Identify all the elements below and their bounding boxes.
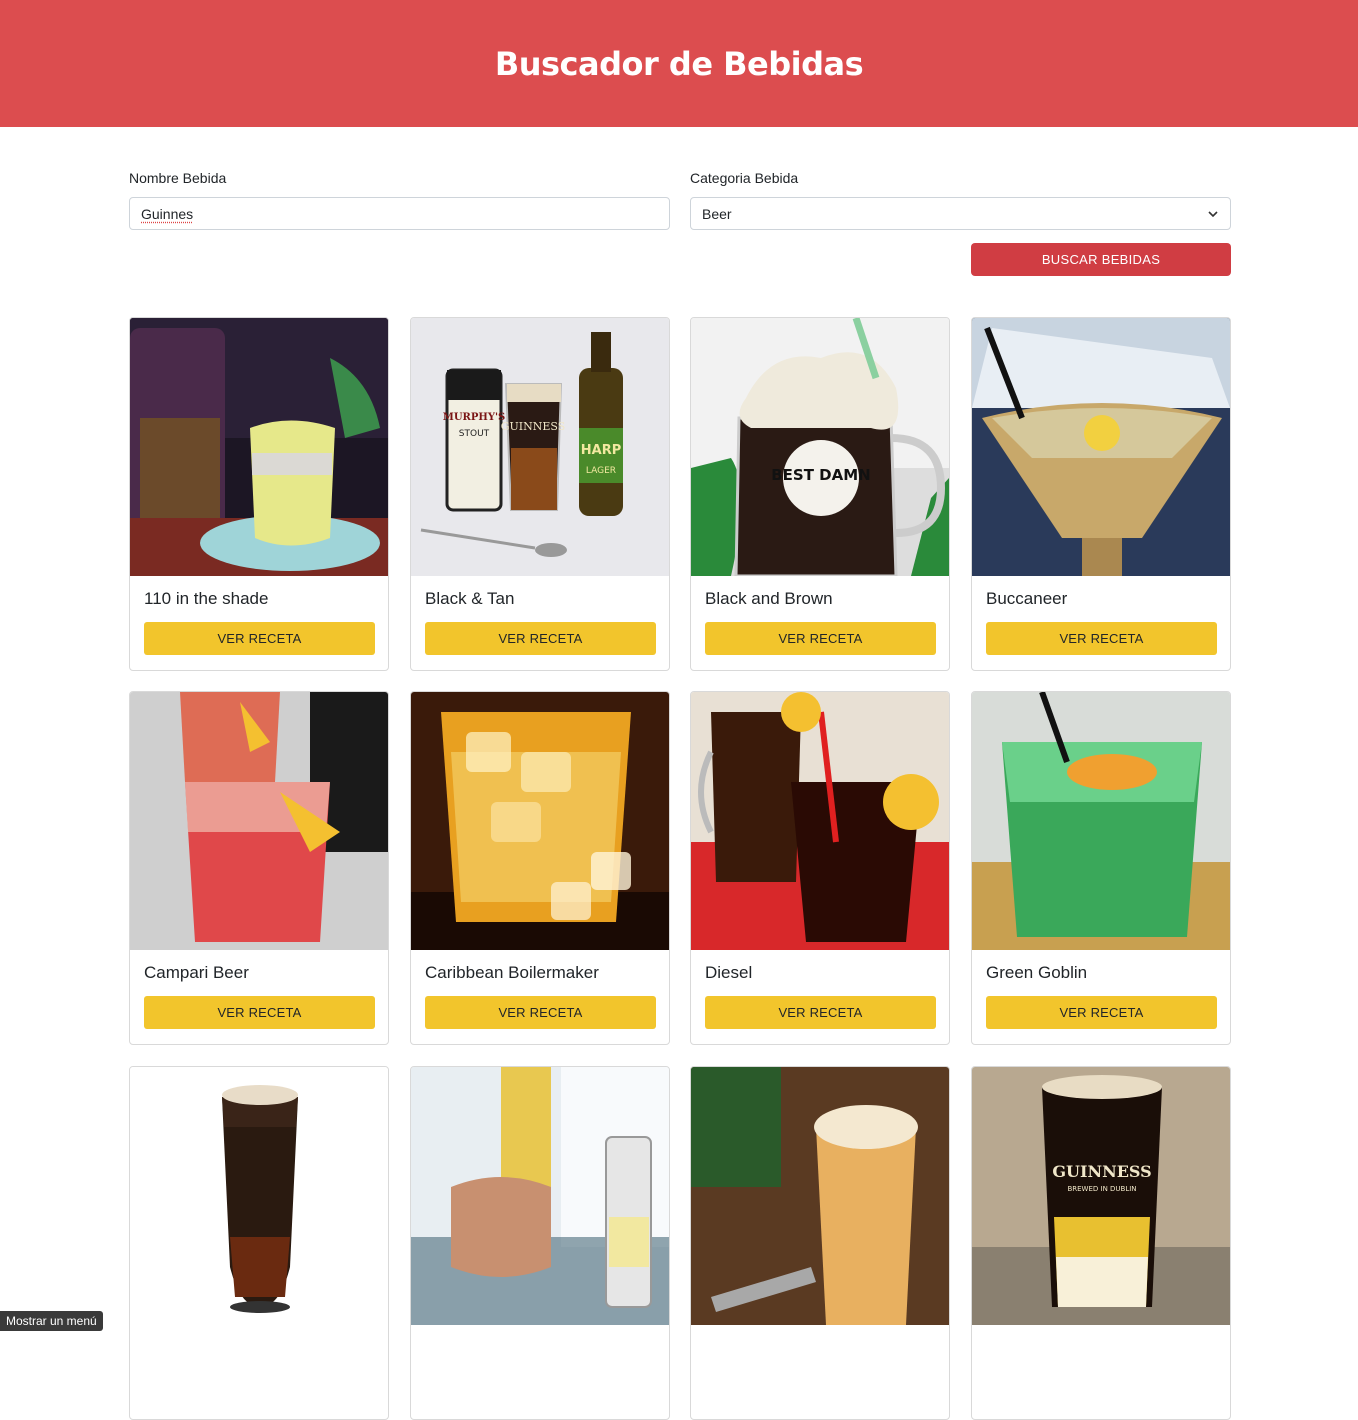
view-recipe-button[interactable]: VER RECETA — [986, 622, 1217, 655]
name-input-value: Guinnes — [141, 205, 194, 222]
view-recipe-button[interactable]: VER RECETA — [144, 622, 375, 655]
name-field: Nombre Bebida Guinnes — [129, 170, 670, 230]
drink-card: Campari Beer VER RECETA — [129, 691, 389, 1045]
drink-name: Black & Tan — [425, 589, 515, 608]
svg-text:MURPHY'S: MURPHY'S — [443, 412, 506, 423]
svg-text:STOUT: STOUT — [459, 429, 490, 439]
drink-card: Buccaneer VER RECETA — [971, 317, 1231, 671]
drink-image[interactable] — [691, 1067, 949, 1325]
drink-card: Caribbean Boilermaker VER RECETA — [410, 691, 670, 1045]
drink-image[interactable] — [972, 318, 1230, 576]
category-select-value: Beer — [702, 205, 732, 222]
drink-image[interactable]: MURPHY'S STOUT GUINNESS HARP LAGER — [411, 318, 669, 576]
drink-name: 110 in the shade — [144, 589, 269, 608]
drink-image[interactable] — [411, 1067, 669, 1325]
view-recipe-button[interactable]: VER RECETA — [425, 622, 656, 655]
chevron-down-icon — [1207, 208, 1219, 220]
drink-image[interactable] — [972, 692, 1230, 950]
category-field: Categoria Bebida Beer — [690, 170, 1231, 230]
svg-text:HARP: HARP — [581, 443, 621, 458]
drink-name: Buccaneer — [986, 589, 1068, 608]
drink-name: Diesel — [705, 963, 753, 982]
drink-card — [129, 1066, 389, 1420]
svg-text:BEST DAMN: BEST DAMN — [771, 466, 870, 484]
category-select[interactable]: Beer — [690, 197, 1231, 230]
view-recipe-button[interactable]: VER RECETA — [705, 996, 936, 1029]
drink-card: BEST DAMN Black and Brown VER RECETA — [690, 317, 950, 671]
drink-image[interactable] — [411, 692, 669, 950]
page-title: Buscador de Bebidas — [494, 44, 864, 83]
view-recipe-button[interactable]: VER RECETA — [144, 996, 375, 1029]
drink-card: MURPHY'S STOUT GUINNESS HARP LAGER Black… — [410, 317, 670, 671]
drink-card: 110 in the shade VER RECETA — [129, 317, 389, 671]
svg-text:BREWED IN DUBLIN: BREWED IN DUBLIN — [1067, 1185, 1136, 1193]
drink-name: Caribbean Boilermaker — [425, 963, 599, 982]
view-recipe-button[interactable]: VER RECETA — [425, 996, 656, 1029]
drink-name: Green Goblin — [986, 963, 1088, 982]
drink-image[interactable]: GUINNESS BREWED IN DUBLIN — [972, 1067, 1230, 1325]
menu-tooltip: Mostrar un menú — [0, 1311, 103, 1331]
svg-text:GUINNESS: GUINNESS — [501, 420, 566, 433]
view-recipe-button[interactable]: VER RECETA — [705, 622, 936, 655]
drink-image[interactable] — [691, 692, 949, 950]
name-input[interactable]: Guinnes — [129, 197, 670, 230]
drink-card — [410, 1066, 670, 1420]
drink-name: Campari Beer — [144, 963, 249, 982]
drink-image[interactable] — [130, 318, 388, 576]
name-label: Nombre Bebida — [129, 170, 227, 186]
svg-text:LAGER: LAGER — [586, 466, 616, 476]
svg-text:GUINNESS: GUINNESS — [1052, 1162, 1151, 1181]
page-header: Buscador de Bebidas — [0, 0, 1358, 127]
search-button[interactable]: Buscar Bebidas — [971, 243, 1231, 276]
drink-name: Black and Brown — [705, 589, 833, 608]
category-label: Categoria Bebida — [690, 170, 799, 186]
drink-card — [690, 1066, 950, 1420]
view-recipe-button[interactable]: VER RECETA — [986, 996, 1217, 1029]
drink-image[interactable]: BEST DAMN — [691, 318, 949, 576]
drink-image[interactable] — [130, 692, 388, 950]
drink-card: Green Goblin VER RECETA — [971, 691, 1231, 1045]
drink-card: GUINNESS BREWED IN DUBLIN — [971, 1066, 1231, 1420]
drink-card: Diesel VER RECETA — [690, 691, 950, 1045]
drink-image[interactable] — [130, 1067, 388, 1325]
